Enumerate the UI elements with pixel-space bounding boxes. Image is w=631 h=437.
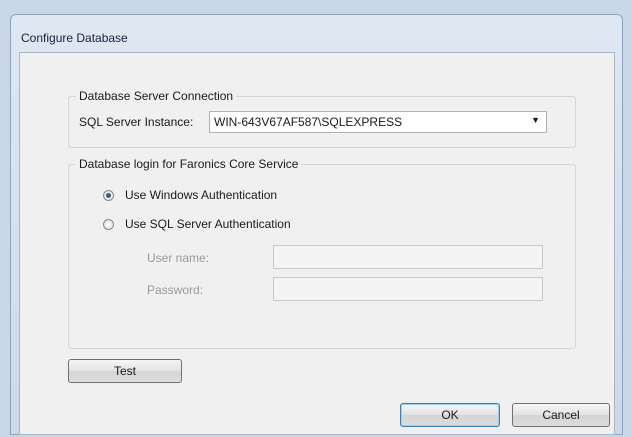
- sql-server-authentication-label[interactable]: Use SQL Server Authentication: [125, 217, 291, 231]
- server-connection-group: Database Server Connection SQL Server In…: [68, 89, 576, 148]
- database-login-group: Database login for Faronics Core Service…: [68, 157, 576, 349]
- password-label: Password:: [147, 283, 204, 297]
- password-field[interactable]: [273, 277, 543, 301]
- chevron-down-icon[interactable]: ▼: [531, 115, 540, 125]
- sql-server-authentication-radio[interactable]: [103, 219, 114, 230]
- test-button[interactable]: Test: [68, 359, 182, 383]
- user-name-field[interactable]: [273, 245, 543, 269]
- windows-authentication-label[interactable]: Use Windows Authentication: [125, 188, 277, 202]
- sql-server-instance-dropdown[interactable]: WIN-643V67AF587\SQLEXPRESS ▼: [209, 111, 547, 133]
- database-login-group-title: Database login for Faronics Core Service: [76, 157, 302, 171]
- ok-button[interactable]: OK: [400, 403, 500, 427]
- server-connection-group-title: Database Server Connection: [76, 89, 237, 103]
- windows-authentication-radio[interactable]: [103, 190, 114, 201]
- sql-server-instance-value: WIN-643V67AF587\SQLEXPRESS: [214, 115, 403, 129]
- cancel-button[interactable]: Cancel: [512, 403, 610, 427]
- user-name-label: User name:: [147, 251, 210, 265]
- configure-database-window: Configure Database Database Server Conne…: [10, 14, 623, 435]
- dialog-body: Database Server Connection SQL Server In…: [19, 52, 615, 435]
- window-title: Configure Database: [21, 31, 128, 45]
- sql-server-instance-label: SQL Server Instance:: [79, 115, 194, 129]
- title-bar[interactable]: Configure Database: [11, 15, 622, 51]
